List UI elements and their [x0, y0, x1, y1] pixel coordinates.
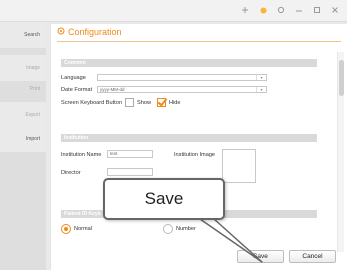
- callout-pointer: [199, 218, 263, 263]
- save-callout: Save: [103, 178, 225, 220]
- save-callout-label: Save: [144, 189, 184, 208]
